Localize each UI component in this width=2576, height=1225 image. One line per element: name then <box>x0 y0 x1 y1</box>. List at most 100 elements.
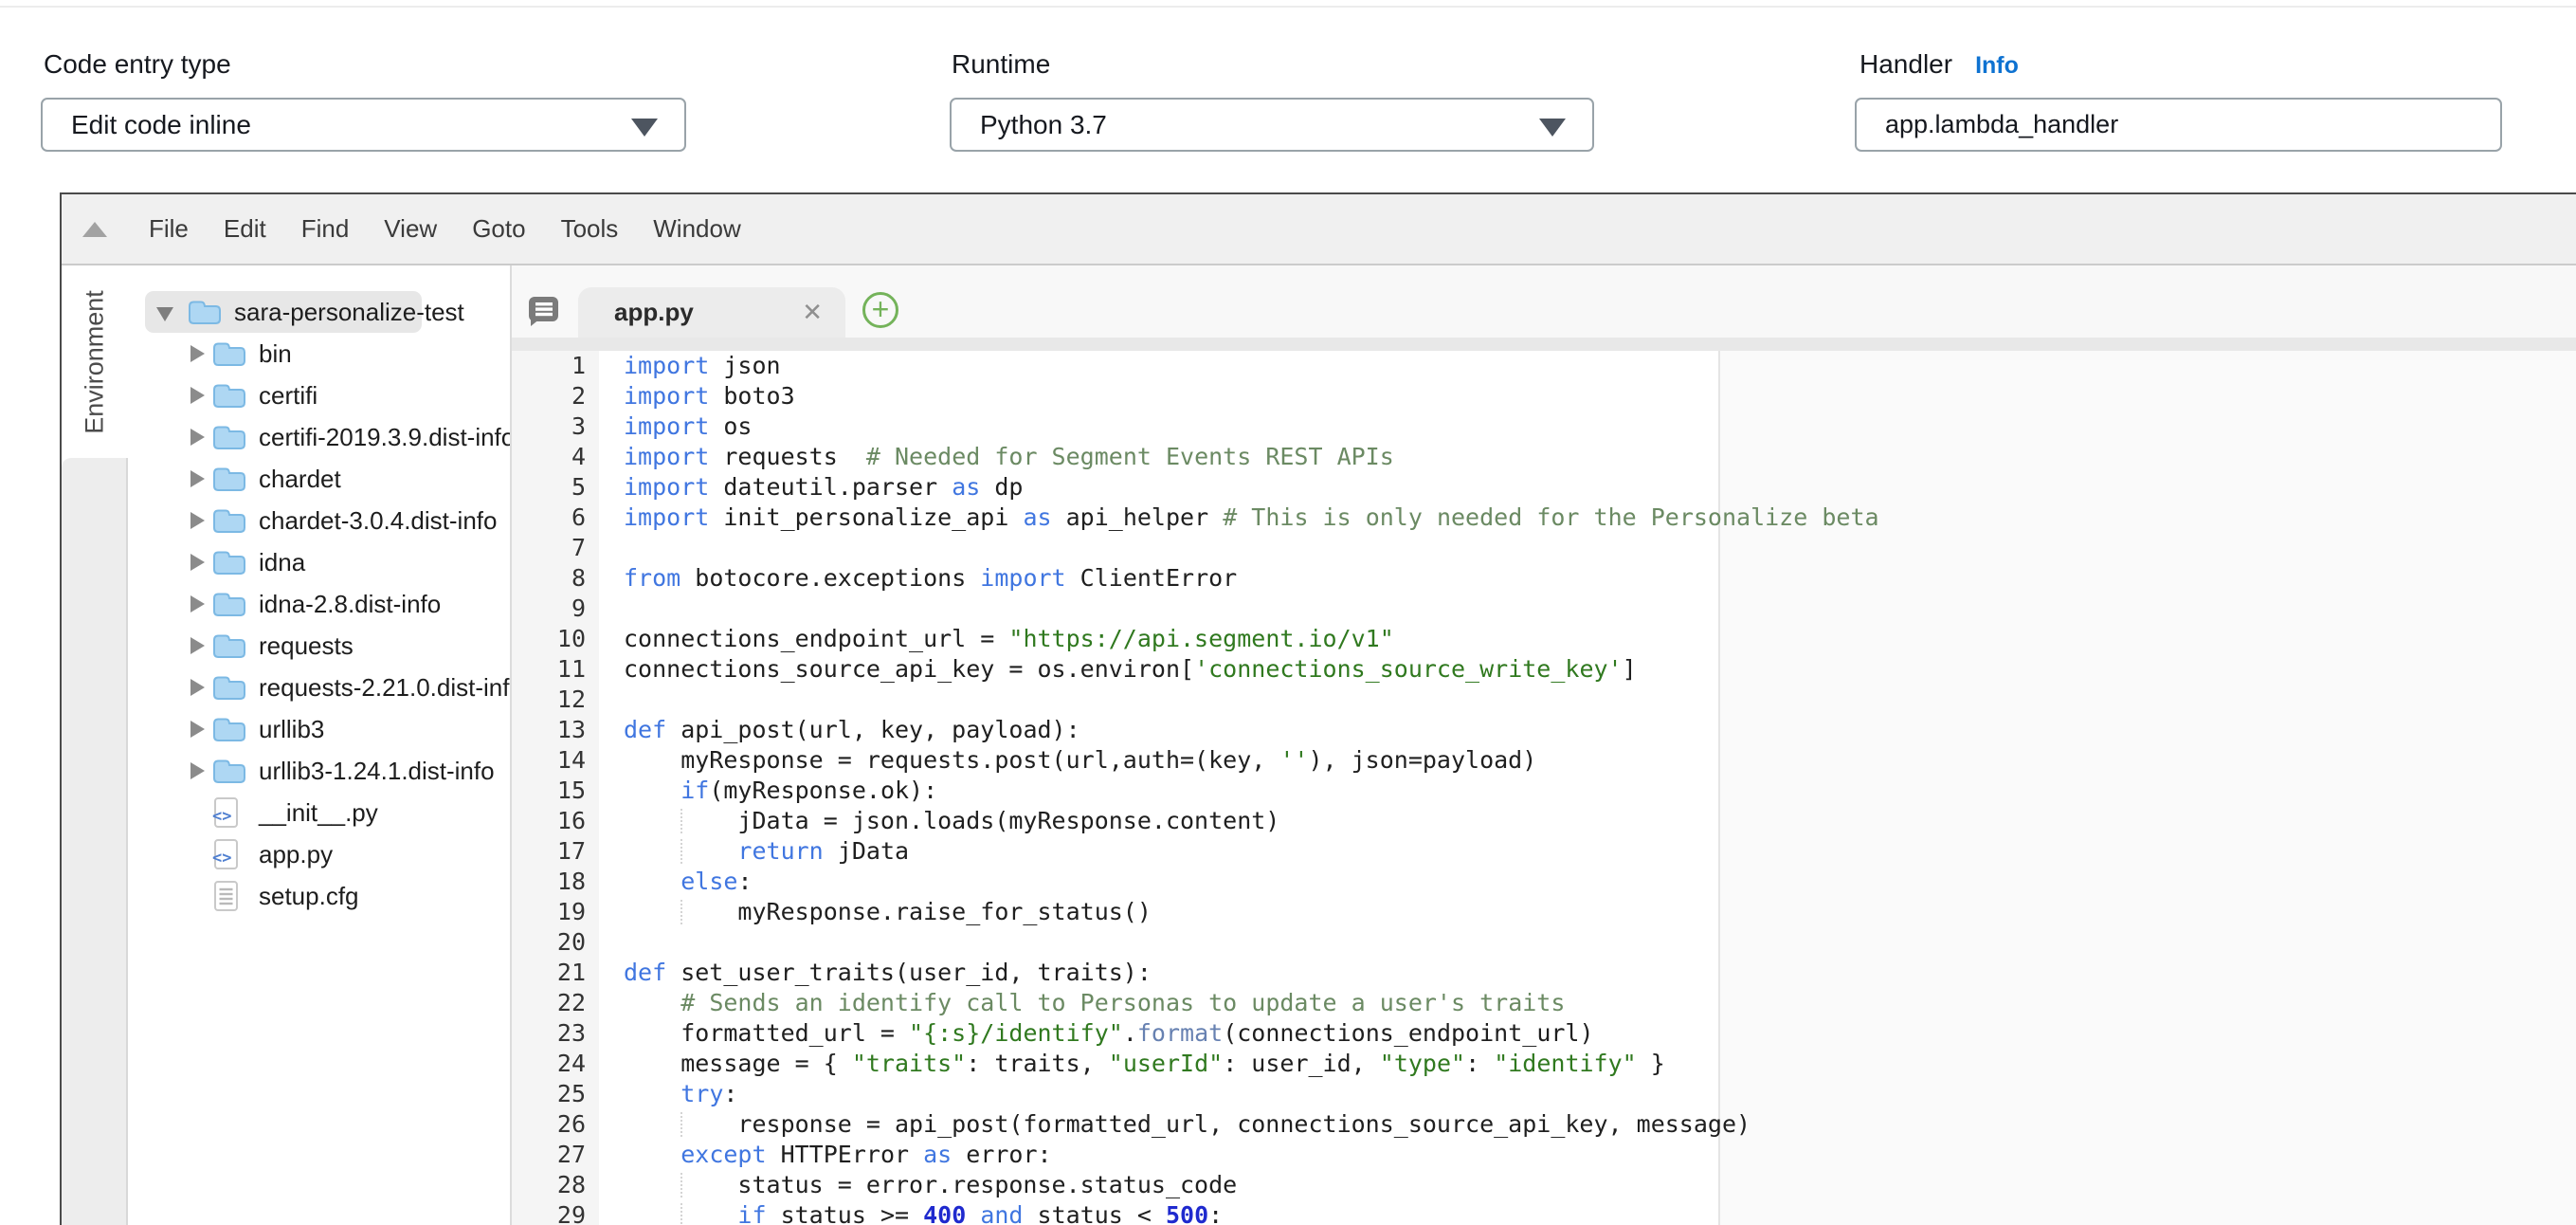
disclosure-triangle-icon[interactable] <box>190 387 205 404</box>
menu-item-find[interactable]: Find <box>301 214 350 244</box>
code-line-7[interactable] <box>599 533 2576 563</box>
tree-item-__init__.py[interactable]: <>__init__.py <box>128 792 510 833</box>
line-number[interactable]: 1 <box>512 351 586 381</box>
line-number[interactable]: 18 <box>512 867 586 897</box>
code-line-8[interactable]: from botocore.exceptions import ClientEr… <box>599 563 2576 594</box>
tree-item-certifi[interactable]: certifi <box>128 375 510 416</box>
code-line-27[interactable]: except HTTPError as error: <box>599 1140 2576 1170</box>
close-icon[interactable]: ✕ <box>802 287 823 338</box>
tree-item-setup.cfg[interactable]: setup.cfg <box>128 875 510 917</box>
code-lines[interactable]: import jsonimport boto3import osimport r… <box>599 351 2576 1225</box>
menu-item-tools[interactable]: Tools <box>561 214 619 244</box>
code-line-16[interactable]: jData = json.loads(myResponse.content) <box>599 806 2576 836</box>
tree-item-requests-2.21.0.dist-info[interactable]: requests-2.21.0.dist-info <box>128 667 510 708</box>
menu-item-view[interactable]: View <box>384 214 437 244</box>
code-line-4[interactable]: import requests # Needed for Segment Eve… <box>599 442 2576 472</box>
code-line-26[interactable]: response = api_post(formatted_url, conne… <box>599 1109 2576 1140</box>
code-line-14[interactable]: myResponse = requests.post(url,auth=(key… <box>599 745 2576 776</box>
code-line-13[interactable]: def api_post(url, key, payload): <box>599 715 2576 745</box>
disclosure-triangle-icon[interactable] <box>190 762 205 779</box>
code-line-1[interactable]: import json <box>599 351 2576 381</box>
code-line-21[interactable]: def set_user_traits(user_id, traits): <box>599 958 2576 988</box>
code-line-29[interactable]: if status >= 400 and status < 500: <box>599 1200 2576 1225</box>
line-number[interactable]: 7 <box>512 533 586 563</box>
disclosure-triangle-icon[interactable] <box>190 512 205 529</box>
line-number[interactable]: 21 <box>512 958 586 988</box>
line-number[interactable]: 2 <box>512 381 586 411</box>
line-number[interactable]: 9 <box>512 594 586 624</box>
line-number[interactable]: 19 <box>512 897 586 927</box>
line-number[interactable]: 3 <box>512 411 586 442</box>
tab-list-icon[interactable] <box>525 292 561 328</box>
disclosure-triangle-icon[interactable] <box>190 637 205 654</box>
line-number[interactable]: 26 <box>512 1109 586 1140</box>
tree-item-app.py[interactable]: <>app.py <box>128 833 510 875</box>
code-line-20[interactable] <box>599 927 2576 958</box>
handler-input[interactable] <box>1855 98 2502 152</box>
code-line-11[interactable]: connections_source_api_key = os.environ[… <box>599 654 2576 685</box>
disclosure-triangle-icon[interactable] <box>190 595 205 612</box>
line-number[interactable]: 8 <box>512 563 586 594</box>
code-line-18[interactable]: else: <box>599 867 2576 897</box>
disclosure-triangle-icon[interactable] <box>190 554 205 571</box>
code-line-3[interactable]: import os <box>599 411 2576 442</box>
code-line-23[interactable]: formatted_url = "{:s}/identify".format(c… <box>599 1018 2576 1049</box>
tree-item-chardet[interactable]: chardet <box>128 458 510 500</box>
tree-item-idna[interactable]: idna <box>128 541 510 583</box>
line-number[interactable]: 11 <box>512 654 586 685</box>
tree-item-certifi-2019.3.9.dist-info[interactable]: certifi-2019.3.9.dist-info <box>128 416 510 458</box>
code-area[interactable]: 1234567891011121314151617181920212223242… <box>512 351 2576 1225</box>
code-line-22[interactable]: # Sends an identify call to Personas to … <box>599 988 2576 1018</box>
line-number[interactable]: 15 <box>512 776 586 806</box>
disclosure-triangle-icon[interactable] <box>190 429 205 446</box>
code-line-5[interactable]: import dateutil.parser as dp <box>599 472 2576 503</box>
tree-item-urllib3-1.24.1.dist-info[interactable]: urllib3-1.24.1.dist-info <box>128 750 510 792</box>
code-line-10[interactable]: connections_endpoint_url = "https://api.… <box>599 624 2576 654</box>
tab-app-py[interactable]: app.py ✕ <box>578 287 845 338</box>
code-line-2[interactable]: import boto3 <box>599 381 2576 411</box>
tree-item-chardet-3.0.4.dist-info[interactable]: chardet-3.0.4.dist-info <box>128 500 510 541</box>
disclosure-triangle-icon[interactable] <box>190 721 205 738</box>
disclosure-triangle-icon[interactable] <box>190 345 205 362</box>
collapse-menu-icon[interactable] <box>82 222 107 237</box>
line-number[interactable]: 28 <box>512 1170 586 1200</box>
gutter[interactable]: 1234567891011121314151617181920212223242… <box>512 351 599 1225</box>
handler-info-link[interactable]: Info <box>1975 52 2019 80</box>
line-number[interactable]: 27 <box>512 1140 586 1170</box>
code-line-15[interactable]: if(myResponse.ok): <box>599 776 2576 806</box>
line-number[interactable]: 23 <box>512 1018 586 1049</box>
line-number[interactable]: 24 <box>512 1049 586 1079</box>
tree-item-sara-personalize-test[interactable]: sara-personalize-test <box>128 291 510 333</box>
disclosure-triangle-icon[interactable] <box>190 470 205 487</box>
runtime-select[interactable]: Python 3.7 <box>950 98 1594 152</box>
menu-item-window[interactable]: Window <box>653 214 740 244</box>
line-number[interactable]: 25 <box>512 1079 586 1109</box>
line-number[interactable]: 12 <box>512 685 586 715</box>
code-line-9[interactable] <box>599 594 2576 624</box>
code-line-6[interactable]: import init_personalize_api as api_helpe… <box>599 503 2576 533</box>
line-number[interactable]: 4 <box>512 442 586 472</box>
disclosure-triangle-icon[interactable] <box>156 307 173 321</box>
line-number[interactable]: 14 <box>512 745 586 776</box>
code-line-28[interactable]: status = error.response.status_code <box>599 1170 2576 1200</box>
menu-item-edit[interactable]: Edit <box>224 214 266 244</box>
line-number[interactable]: 16 <box>512 806 586 836</box>
tree-item-requests[interactable]: requests <box>128 625 510 667</box>
line-number[interactable]: 10 <box>512 624 586 654</box>
tree-item-bin[interactable]: bin <box>128 333 510 375</box>
line-number[interactable]: 5 <box>512 472 586 503</box>
new-tab-button[interactable]: + <box>862 292 898 328</box>
disclosure-triangle-icon[interactable] <box>190 679 205 696</box>
menu-item-goto[interactable]: Goto <box>472 214 525 244</box>
code-line-25[interactable]: try: <box>599 1079 2576 1109</box>
code-line-12[interactable] <box>599 685 2576 715</box>
code-line-24[interactable]: message = { "traits": traits, "userId": … <box>599 1049 2576 1079</box>
line-number[interactable]: 22 <box>512 988 586 1018</box>
tree-item-idna-2.8.dist-info[interactable]: idna-2.8.dist-info <box>128 583 510 625</box>
line-number[interactable]: 17 <box>512 836 586 867</box>
tree-item-urllib3[interactable]: urllib3 <box>128 708 510 750</box>
code-line-19[interactable]: myResponse.raise_for_status() <box>599 897 2576 927</box>
menu-item-file[interactable]: File <box>149 214 189 244</box>
line-number[interactable]: 29 <box>512 1200 586 1225</box>
line-number[interactable]: 6 <box>512 503 586 533</box>
